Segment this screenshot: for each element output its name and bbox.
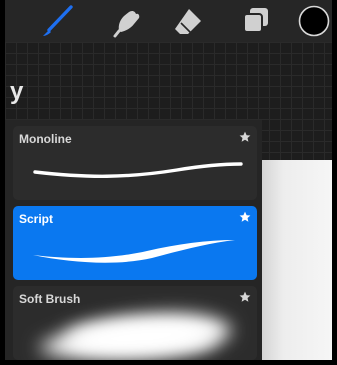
paintbrush-icon[interactable] [40,3,76,39]
procreate-screen: y Monoline Script Soft Brush [5,0,332,360]
brush-library-title: y [10,78,24,105]
brush-item-soft-brush[interactable]: Soft Brush [13,286,257,360]
soft-brush-stroke-preview [27,308,247,359]
brush-list: Monoline Script Soft Brush [5,120,262,360]
script-stroke-preview [27,228,247,274]
canvas-page[interactable] [257,160,332,360]
star-icon[interactable] [239,131,251,143]
brush-item-script[interactable]: Script [13,206,257,280]
smudge-icon[interactable] [110,3,146,39]
star-icon[interactable] [239,291,251,303]
top-toolbar [5,0,332,42]
color-picker-icon[interactable] [298,5,330,37]
layers-icon[interactable] [237,3,273,39]
eraser-icon[interactable] [171,3,207,39]
monoline-stroke-preview [27,148,247,194]
brush-name: Soft Brush [19,292,81,306]
brush-name: Monoline [19,132,72,146]
brush-name: Script [19,212,54,226]
brush-item-monoline[interactable]: Monoline [13,126,257,200]
star-icon[interactable] [239,211,251,223]
